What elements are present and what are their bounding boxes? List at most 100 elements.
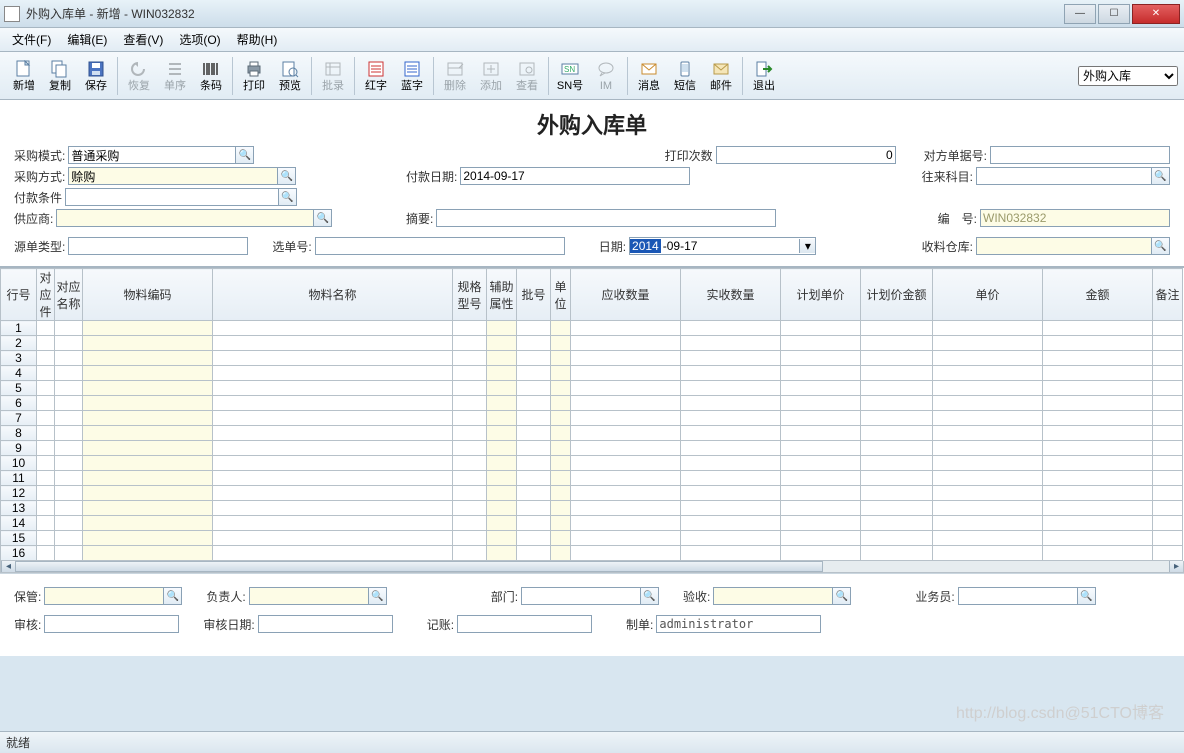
tb-exit[interactable]: 退出	[746, 54, 782, 98]
grid-cell[interactable]	[681, 471, 781, 486]
tb-new[interactable]: 新增	[6, 54, 42, 98]
grid-cell[interactable]	[781, 426, 861, 441]
grid-cell[interactable]	[453, 486, 487, 501]
grid-cell[interactable]	[861, 426, 933, 441]
grid-cell[interactable]	[487, 381, 517, 396]
grid-header[interactable]: 规格型号	[453, 269, 487, 321]
grid-cell[interactable]	[571, 411, 681, 426]
grid-cell[interactable]	[55, 456, 83, 471]
table-row[interactable]: 13	[1, 501, 1183, 516]
table-row[interactable]: 12	[1, 486, 1183, 501]
grid-cell[interactable]	[517, 501, 551, 516]
grid-header[interactable]: 行号	[1, 269, 37, 321]
grid-header[interactable]: 计划价金额	[861, 269, 933, 321]
grid-cell[interactable]	[933, 321, 1043, 336]
audit-date-input[interactable]	[258, 615, 393, 633]
tb-red[interactable]: 红字	[358, 54, 394, 98]
grid-cell[interactable]	[37, 396, 55, 411]
grid-cell[interactable]	[1043, 336, 1153, 351]
grid-cell[interactable]	[781, 366, 861, 381]
grid-cell[interactable]	[551, 516, 571, 531]
grid-cell[interactable]	[551, 336, 571, 351]
grid-cell[interactable]	[571, 456, 681, 471]
grid-cell[interactable]	[861, 471, 933, 486]
grid-cell[interactable]	[933, 411, 1043, 426]
table-row[interactable]: 16	[1, 546, 1183, 561]
grid-cell[interactable]	[487, 471, 517, 486]
grid-cell[interactable]	[487, 411, 517, 426]
grid-cell[interactable]	[1043, 546, 1153, 561]
grid-cell[interactable]	[55, 426, 83, 441]
table-row[interactable]: 14	[1, 516, 1183, 531]
grid-cell[interactable]	[571, 441, 681, 456]
grid-cell[interactable]	[517, 516, 551, 531]
grid-cell[interactable]	[1043, 441, 1153, 456]
grid-cell[interactable]	[861, 501, 933, 516]
grid-cell[interactable]	[861, 396, 933, 411]
grid-cell[interactable]	[781, 321, 861, 336]
grid-cell[interactable]	[551, 396, 571, 411]
grid-cell[interactable]	[37, 471, 55, 486]
grid-cell[interactable]	[55, 471, 83, 486]
grid-cell[interactable]	[933, 456, 1043, 471]
grid-cell[interactable]	[681, 396, 781, 411]
peer-doc-input[interactable]	[990, 146, 1170, 164]
grid-cell[interactable]	[861, 321, 933, 336]
grid-cell[interactable]	[933, 471, 1043, 486]
grid-cell[interactable]	[933, 516, 1043, 531]
grid-cell[interactable]	[1043, 516, 1153, 531]
grid-cell[interactable]	[551, 441, 571, 456]
grid-cell[interactable]	[55, 486, 83, 501]
grid-cell[interactable]	[681, 486, 781, 501]
grid-cell[interactable]	[551, 531, 571, 546]
grid-cell[interactable]	[517, 336, 551, 351]
tb-save[interactable]: 保存	[78, 54, 114, 98]
grid-cell[interactable]	[781, 351, 861, 366]
grid-cell[interactable]	[37, 456, 55, 471]
grid-cell[interactable]	[571, 366, 681, 381]
grid-cell[interactable]	[487, 546, 517, 561]
grid-cell[interactable]	[681, 441, 781, 456]
tb-copy[interactable]: 复制	[42, 54, 78, 98]
grid-cell[interactable]	[517, 381, 551, 396]
grid-cell[interactable]	[453, 351, 487, 366]
grid-cell[interactable]	[487, 351, 517, 366]
grid-cell[interactable]	[453, 426, 487, 441]
pay-terms-input[interactable]	[65, 188, 279, 206]
grid-cell[interactable]	[487, 531, 517, 546]
grid-cell[interactable]	[933, 336, 1043, 351]
grid-cell[interactable]	[1043, 396, 1153, 411]
grid-cell[interactable]	[861, 336, 933, 351]
table-row[interactable]: 11	[1, 471, 1183, 486]
grid-cell[interactable]	[681, 351, 781, 366]
grid-cell[interactable]	[55, 381, 83, 396]
grid-cell[interactable]	[83, 336, 213, 351]
grid-cell[interactable]	[55, 516, 83, 531]
grid-cell[interactable]	[487, 321, 517, 336]
grid-cell[interactable]	[55, 546, 83, 561]
grid-cell[interactable]	[551, 321, 571, 336]
lookup-icon[interactable]: 🔍	[236, 146, 254, 164]
grid-cell[interactable]	[517, 351, 551, 366]
grid-cell[interactable]	[487, 366, 517, 381]
table-row[interactable]: 4	[1, 366, 1183, 381]
grid-cell[interactable]	[1043, 471, 1153, 486]
grid-cell[interactable]	[1153, 336, 1183, 351]
lookup-icon[interactable]: 🔍	[1152, 167, 1170, 185]
grid-cell[interactable]	[933, 546, 1043, 561]
grid-header[interactable]: 单位	[551, 269, 571, 321]
check-input[interactable]	[713, 587, 833, 605]
grid-h-scrollbar[interactable]: ◂▸	[0, 561, 1184, 573]
grid-cell[interactable]	[83, 546, 213, 561]
lookup-icon[interactable]: 🔍	[314, 209, 332, 227]
lookup-icon[interactable]: 🔍	[1152, 237, 1170, 255]
grid-cell[interactable]	[1153, 516, 1183, 531]
lookup-icon[interactable]: 🔍	[641, 587, 659, 605]
grid-cell[interactable]	[551, 546, 571, 561]
grid-cell[interactable]	[933, 531, 1043, 546]
grid-cell[interactable]	[55, 531, 83, 546]
grid-cell[interactable]	[551, 471, 571, 486]
grid-cell[interactable]	[517, 531, 551, 546]
grid-cell[interactable]	[681, 366, 781, 381]
grid-cell[interactable]	[933, 441, 1043, 456]
